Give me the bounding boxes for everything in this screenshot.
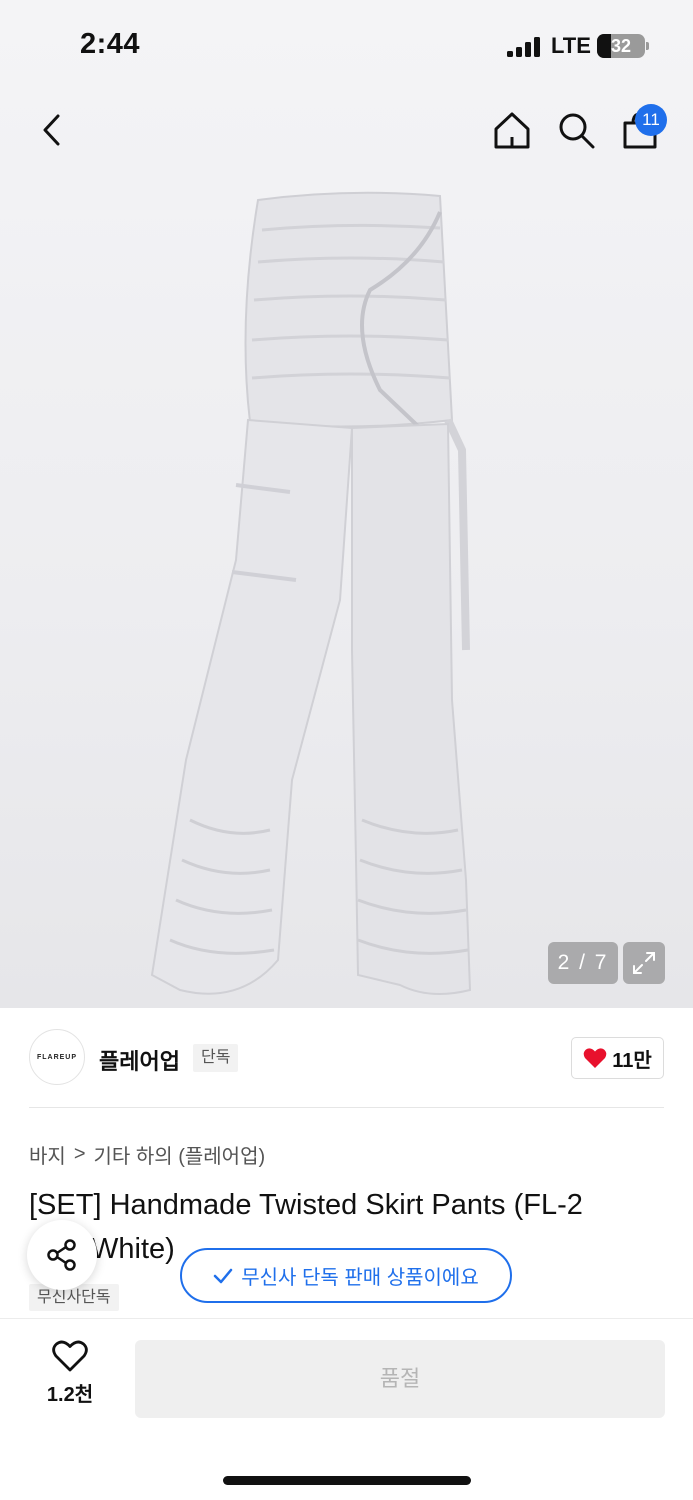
exclusive-tag: 단독 (193, 1044, 239, 1072)
expand-image-button[interactable] (623, 942, 665, 984)
share-icon (47, 1239, 76, 1271)
product-title-line1: [SET] Handmade Twisted Skirt Pants (FL-2 (29, 1189, 583, 1221)
home-icon (494, 112, 530, 149)
section-divider (29, 1107, 664, 1108)
battery-level: 32 (610, 36, 632, 56)
heart-filled-icon (583, 1048, 607, 1068)
brand-name[interactable]: 플레어업 (99, 1044, 180, 1076)
status-time: 2:44 (80, 28, 141, 60)
exclusive-notice-text: 무신사 단독 판매 상품이에요 (241, 1267, 479, 1289)
wishlist-count: 1.2천 (46, 1384, 94, 1406)
breadcrumb-category[interactable]: 바지 (29, 1140, 66, 1169)
breadcrumb-subcategory[interactable]: 기타 하의 (플레어업) (94, 1140, 266, 1169)
expand-icon (633, 952, 655, 974)
musinsa-exclusive-badge: 무신사단독 (29, 1284, 119, 1311)
search-button[interactable] (554, 108, 598, 152)
home-indicator[interactable] (223, 1476, 471, 1485)
exclusive-notice-pill[interactable]: 무신사 단독 판매 상품이에요 (180, 1248, 512, 1303)
battery-icon: 32 (597, 34, 645, 58)
signal-icon (507, 37, 543, 57)
wishlist-button[interactable]: 1.2천 (28, 1340, 112, 1418)
image-page-indicator: 2 / 7 (548, 942, 618, 984)
search-icon (559, 113, 595, 149)
check-icon (214, 1268, 233, 1283)
status-bar: 2:44 LTE 32 (0, 0, 693, 90)
battery-cap (646, 42, 649, 50)
breadcrumb-separator: > (73, 1143, 86, 1165)
brand-like-button[interactable]: 11만 (571, 1037, 664, 1079)
network-type: LTE (551, 33, 591, 58)
chevron-left-icon (43, 114, 60, 146)
share-button[interactable] (27, 1220, 97, 1290)
breadcrumb: 바지 > 기타 하의 (플레어업) (29, 1140, 265, 1169)
brand-like-count: 11만 (612, 1049, 652, 1072)
brand-logo[interactable]: FLAREUP (29, 1029, 85, 1085)
heart-outline-icon (52, 1340, 88, 1372)
back-button[interactable] (30, 108, 74, 152)
soldout-button[interactable]: 품절 (135, 1340, 665, 1418)
home-button[interactable] (490, 108, 534, 152)
cart-count-badge: 11 (635, 104, 667, 136)
